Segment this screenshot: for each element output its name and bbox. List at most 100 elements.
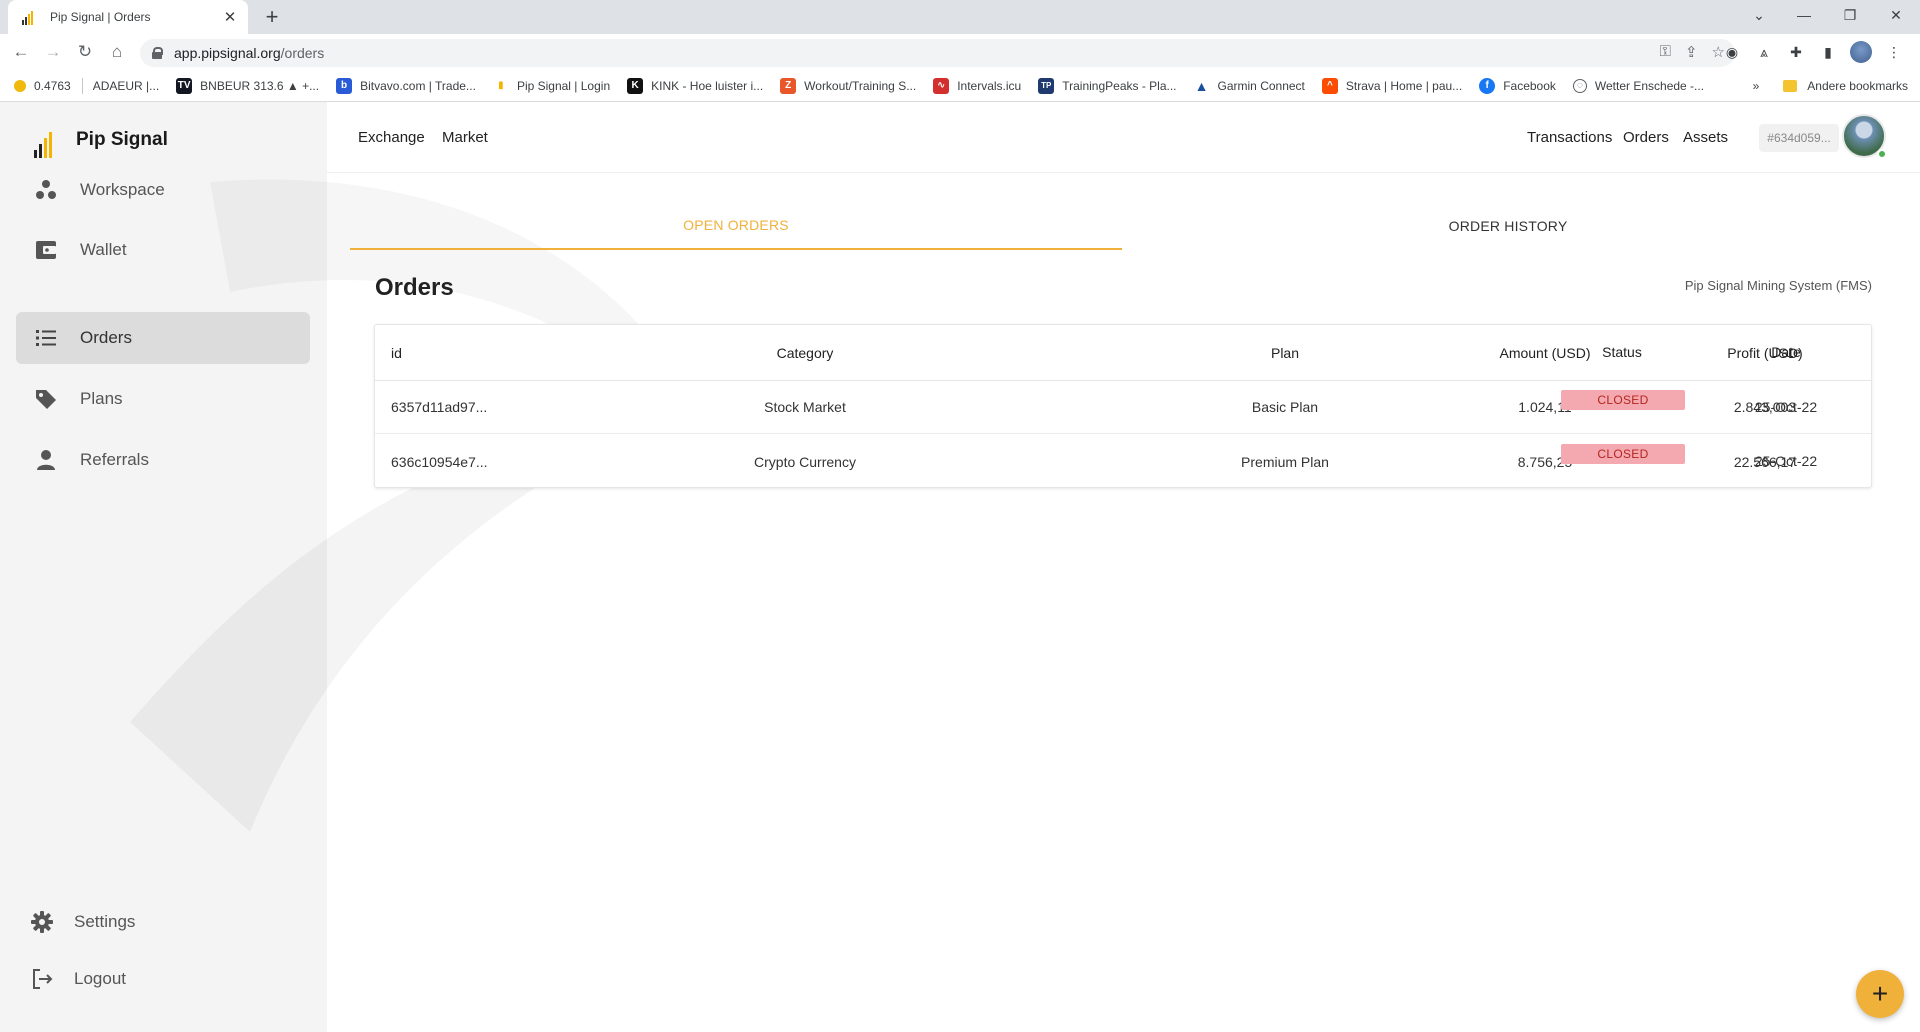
tab-open-orders[interactable]: OPEN ORDERS	[350, 202, 1122, 250]
bookmark-separator	[81, 77, 83, 94]
user-icon	[34, 448, 58, 472]
nav-market-link[interactable]: Market	[442, 129, 488, 146]
bookmark-item[interactable]: ^ Strava | Home | pau...	[1321, 77, 1462, 94]
nav-orders-link[interactable]: Orders	[1623, 129, 1669, 146]
brand[interactable]: Pip Signal	[34, 122, 168, 158]
header-category[interactable]: Category	[655, 325, 955, 380]
password-key-icon[interactable]: ⚿	[1660, 43, 1671, 61]
workout-icon: Z	[780, 77, 797, 94]
tradingview-icon: TV	[176, 77, 193, 94]
bookmark-item[interactable]: 0.4763	[14, 79, 71, 93]
tab-search-icon[interactable]: ⌄	[1737, 0, 1781, 30]
nav-exchange-link[interactable]: Exchange	[358, 129, 425, 146]
cell-plan: Premium Plan	[1241, 453, 1329, 470]
logout-label: Logout	[74, 969, 126, 988]
bookmark-item[interactable]: ∿ Intervals.icu	[933, 77, 1021, 94]
side-panel-icon[interactable]: ▮	[1818, 42, 1838, 62]
intervals-icon: ∿	[933, 77, 950, 94]
bookmark-item[interactable]: K KINK - Hoe luister i...	[627, 77, 763, 94]
pipsignal-logo-icon	[34, 122, 64, 158]
cell-category: Stock Market	[764, 399, 846, 415]
cell-category: Crypto Currency	[754, 453, 856, 470]
address-bar[interactable]: app.pipsignal.org/orders ⚿ ⇪ ☆	[140, 39, 1735, 67]
cell-id[interactable]: 636c10954e7...	[391, 435, 591, 488]
sidebar-item-label: Plans	[80, 389, 123, 408]
browser-menu-icon[interactable]: ⋮	[1884, 42, 1904, 62]
minimize-icon[interactable]: —	[1782, 0, 1826, 30]
wallet-icon	[34, 238, 58, 262]
extension-2-icon[interactable]: ⩓	[1754, 42, 1774, 62]
cell-date: 25-Oct-22	[1754, 398, 1818, 415]
orders-tabs: OPEN ORDERS ORDER HISTORY	[350, 202, 1895, 250]
bookmark-item[interactable]: Z Workout/Training S...	[780, 77, 916, 94]
bookmark-item[interactable]: ◌ Wetter Enschede -...	[1572, 78, 1704, 93]
cell-date: 25-Oct-22	[1754, 452, 1818, 469]
browser-tabstrip: Pip Signal | Orders ✕ + ⌄ — ❐ ✕	[0, 0, 1920, 34]
restore-icon[interactable]: ❐	[1828, 0, 1872, 30]
nav-assets-link[interactable]: Assets	[1683, 129, 1728, 146]
globe-icon: ◌	[1572, 78, 1587, 93]
pipsignal-favicon-icon	[22, 9, 38, 25]
reload-icon[interactable]: ↻	[74, 41, 96, 63]
sidebar-item-wallet[interactable]: Wallet	[16, 224, 310, 276]
browser-tab[interactable]: Pip Signal | Orders ✕	[8, 0, 248, 34]
account-id-chip[interactable]: #634d059...	[1759, 124, 1839, 152]
bookmark-item[interactable]: ▮ Pip Signal | Login	[492, 77, 610, 94]
sidebar-item-label: Wallet	[80, 240, 127, 259]
sidebar-item-plans[interactable]: Plans	[16, 373, 310, 425]
bitvavo-icon: b	[336, 77, 353, 94]
kink-icon: K	[627, 77, 644, 94]
close-window-icon[interactable]: ✕	[1874, 0, 1918, 30]
share-icon[interactable]: ⇪	[1685, 43, 1698, 61]
bookmark-item[interactable]: f Facebook	[1479, 77, 1556, 94]
sidebar-item-settings[interactable]: Settings	[30, 910, 135, 934]
status-badge: CLOSED	[1561, 444, 1685, 464]
back-icon[interactable]: ←	[10, 41, 32, 63]
sidebar-item-logout[interactable]: Logout	[30, 967, 126, 991]
sidebar-item-label: Workspace	[80, 180, 165, 199]
lock-icon[interactable]	[152, 47, 163, 59]
page-subtitle: Pip Signal Mining System (FMS)	[1684, 278, 1872, 293]
bookmark-item[interactable]: TV BNBEUR 313.6 ▲ +...	[176, 77, 319, 94]
tab-order-history[interactable]: ORDER HISTORY	[1122, 202, 1894, 250]
bookmark-item[interactable]: ▲ Garmin Connect	[1194, 78, 1305, 94]
sidebar-item-workspace[interactable]: Workspace	[16, 164, 310, 216]
strava-icon: ^	[1321, 77, 1338, 94]
facebook-icon: f	[1479, 77, 1496, 94]
bookmark-item[interactable]: TP TrainingPeaks - Pla...	[1038, 77, 1177, 94]
extension-1-icon[interactable]: ◉	[1722, 42, 1742, 62]
header-status[interactable]: Status	[1560, 324, 1684, 380]
logout-icon	[30, 967, 54, 991]
sidebar-item-label: Orders	[80, 328, 132, 347]
page-title: Orders	[375, 274, 454, 301]
browser-toolbar: ← → ↻ ⌂ app.pipsignal.org/orders ⚿ ⇪ ☆ ◉…	[0, 34, 1920, 70]
forward-icon[interactable]: →	[42, 41, 64, 63]
home-icon[interactable]: ⌂	[106, 41, 128, 63]
status-badge: CLOSED	[1561, 390, 1685, 410]
settings-label: Settings	[74, 912, 136, 931]
more-bookmarks-icon[interactable]: »	[1753, 79, 1760, 93]
workspace-icon	[34, 178, 58, 202]
browser-profile-avatar[interactable]	[1850, 41, 1872, 63]
sidebar-item-orders[interactable]: Orders	[16, 312, 310, 364]
folder-icon	[1783, 80, 1798, 92]
bookmark-item[interactable]: ADAEUR |...	[93, 79, 159, 93]
pipsignal-icon: ▮	[492, 77, 509, 94]
url-host: app.pipsignal.org	[174, 45, 281, 61]
plus-icon: +	[1871, 978, 1889, 1009]
header-plan[interactable]: Plan	[1225, 325, 1345, 380]
sidebar: Pip Signal Workspace Wallet Orders Plans	[0, 102, 327, 1032]
nav-transactions-link[interactable]: Transactions	[1527, 129, 1612, 146]
extensions-puzzle-icon[interactable]: ✚	[1786, 42, 1806, 62]
url-path: /orders	[280, 45, 325, 61]
add-fab-button[interactable]: +	[1856, 970, 1904, 1018]
header-date[interactable]: Date	[1726, 324, 1846, 380]
new-tab-icon[interactable]: +	[260, 4, 284, 30]
gear-icon	[30, 910, 54, 934]
tab-close-icon[interactable]: ✕	[222, 8, 238, 26]
bookmark-item[interactable]: b Bitvavo.com | Trade...	[336, 77, 476, 94]
header-id[interactable]: id	[391, 325, 591, 380]
other-bookmarks-link[interactable]: Andere bookmarks	[1807, 79, 1908, 93]
sidebar-item-referrals[interactable]: Referrals	[16, 434, 310, 486]
cell-id[interactable]: 6357d11ad97...	[391, 381, 591, 433]
